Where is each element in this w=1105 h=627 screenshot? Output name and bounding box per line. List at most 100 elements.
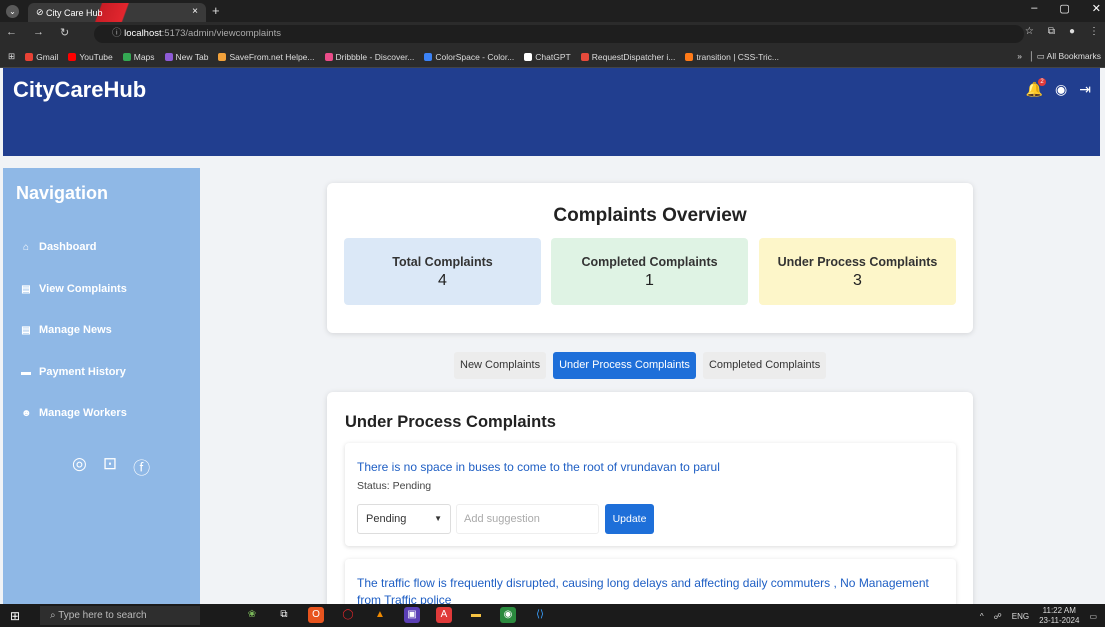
notification-bell-icon[interactable]: 🔔 2 xyxy=(1026,78,1047,98)
complaint-item: There is no space in buses to come to th… xyxy=(345,443,956,546)
bookmark-item[interactable]: ColorSpace - Color... xyxy=(424,52,514,62)
chrome-icon[interactable]: ◉ xyxy=(500,607,516,623)
all-bookmarks-link[interactable]: All Bookmarks xyxy=(1047,51,1101,61)
complaint-title[interactable]: There is no space in buses to come to th… xyxy=(357,459,937,476)
profile-avatar[interactable]: ● xyxy=(1069,26,1075,37)
url-host: localhost xyxy=(124,28,162,39)
stat-total-complaints: Total Complaints 4 xyxy=(344,238,541,305)
search-icon: ⌕ xyxy=(50,610,59,621)
list-icon: ▤ xyxy=(21,283,31,295)
facebook-icon[interactable]: ⓕ xyxy=(133,454,150,479)
bookmarks-overflow-button[interactable]: » xyxy=(1017,51,1022,61)
browser-tab-strip: ⌄ ⊘ City Care Hub × + – ▢ ✕ xyxy=(0,0,1105,22)
office-icon[interactable]: O xyxy=(308,607,324,623)
apps-grid-icon[interactable]: ⊞ xyxy=(8,51,15,62)
overview-title: Complaints Overview xyxy=(553,205,747,226)
github-icon[interactable]: ◎ xyxy=(72,454,87,479)
file-explorer-icon[interactable]: ▬ xyxy=(468,607,484,623)
notification-badge: 2 xyxy=(1038,78,1047,86)
maps-icon xyxy=(122,52,131,61)
tab-search-button[interactable]: ⌄ xyxy=(6,5,19,18)
home-icon: ⌂ xyxy=(22,241,30,253)
stat-label: Under Process Complaints xyxy=(777,255,938,269)
clock[interactable]: 11:22 AM 23-11-2024 xyxy=(1039,606,1079,626)
user-profile-icon[interactable]: ◉ xyxy=(1055,81,1067,98)
tab-favicon-icon: ⊘ xyxy=(36,7,47,17)
bookmark-star-icon[interactable]: ☆ xyxy=(1025,26,1034,37)
payment-icon: ▬ xyxy=(21,366,31,378)
network-icon[interactable]: ☍ xyxy=(994,612,1002,621)
bookmark-item[interactable]: YouTube xyxy=(68,52,113,62)
windows-start-icon[interactable]: ⊞ xyxy=(10,609,20,623)
maximize-icon[interactable]: ▢ xyxy=(1059,2,1069,15)
tab-title: City Care Hub xyxy=(46,7,103,18)
sidebar-item-view-complaints[interactable]: ▤ View Complaints xyxy=(21,283,127,295)
chevron-down-icon: ▼ xyxy=(434,514,442,523)
notifications-icon[interactable]: ▭ xyxy=(1089,612,1097,621)
sidebar-title: Navigation xyxy=(16,183,109,203)
sidebar-item-manage-workers[interactable]: ☻ Manage Workers xyxy=(21,407,127,419)
complaint-tabs: New Complaints Under Process Complaints … xyxy=(454,352,827,379)
dribbble-icon xyxy=(324,52,333,61)
gmail-icon xyxy=(25,52,34,61)
url-field[interactable]: ⓘ localhost:5173/admin/viewcomplaints xyxy=(94,25,1024,43)
bookmark-item[interactable]: Maps xyxy=(122,52,155,62)
bookmark-item[interactable]: New Tab xyxy=(164,52,208,62)
app-header xyxy=(3,68,1100,156)
complaint-status: Status: Pending xyxy=(357,480,432,492)
new-tab-button[interactable]: + xyxy=(212,3,220,18)
instagram-icon[interactable]: ⊡ xyxy=(103,454,117,479)
savefrom-icon xyxy=(218,52,227,61)
extensions-icon[interactable]: ⧉ xyxy=(1048,26,1055,37)
tab-close-icon[interactable]: × xyxy=(192,6,198,17)
window-close-icon[interactable]: ✕ xyxy=(1092,2,1101,15)
bookmark-item[interactable]: RequestDispatcher i... xyxy=(580,52,675,62)
bookmark-item[interactable]: Gmail xyxy=(25,52,58,62)
tab-completed-complaints[interactable]: Completed Complaints xyxy=(702,352,827,379)
suggestion-input[interactable]: Add suggestion xyxy=(456,504,599,534)
bookmark-item[interactable]: ChatGPT xyxy=(524,52,571,62)
tab-new-complaints[interactable]: New Complaints xyxy=(454,352,547,379)
youtube-icon xyxy=(68,52,77,61)
plant-app-icon[interactable]: ❀ xyxy=(244,607,260,623)
acrobat-icon[interactable]: A xyxy=(436,607,452,623)
chatgpt-icon xyxy=(524,52,533,61)
logout-icon[interactable]: ⇥ xyxy=(1079,81,1091,98)
app-icon[interactable]: ▣ xyxy=(404,607,420,623)
sidebar-item-manage-news[interactable]: ▤ Manage News xyxy=(21,324,111,336)
address-bar-row: ← → ↻ ⓘ localhost:5173/admin/viewcomplai… xyxy=(0,22,1105,46)
site-info-icon[interactable]: ⓘ xyxy=(112,28,124,39)
tray-chevron-icon[interactable]: ^ xyxy=(980,612,984,621)
vscode-icon[interactable]: ⟨⟩ xyxy=(532,607,548,623)
bookmark-item[interactable]: transition | CSS-Tric... xyxy=(685,52,779,62)
vlc-icon[interactable]: ▲ xyxy=(372,607,388,623)
opera-icon[interactable]: ◯ xyxy=(340,607,356,623)
task-view-icon[interactable]: ⧉ xyxy=(276,607,292,623)
reload-icon[interactable]: ↻ xyxy=(60,26,69,39)
menu-kebab-icon[interactable]: ⋮ xyxy=(1089,26,1099,37)
status-select[interactable]: Pending ▼ xyxy=(357,504,451,534)
newtab-icon xyxy=(164,52,173,61)
stat-label: Completed Complaints xyxy=(581,255,718,269)
bookmarks-right: » │ ▭ All Bookmarks xyxy=(1011,51,1101,62)
browser-tab[interactable]: ⊘ City Care Hub × xyxy=(28,3,206,22)
forward-icon[interactable]: → xyxy=(33,26,44,39)
bookmark-item[interactable]: Dribbble - Discover... xyxy=(324,52,414,62)
tab-under-process-complaints[interactable]: Under Process Complaints xyxy=(553,352,696,379)
minimize-icon[interactable]: – xyxy=(1031,2,1037,15)
java-icon xyxy=(580,52,589,61)
update-button[interactable]: Update xyxy=(605,504,654,534)
sidebar-item-dashboard[interactable]: ⌂ Dashboard xyxy=(21,241,97,253)
stat-completed-complaints: Completed Complaints 1 xyxy=(551,238,748,305)
complaints-list-card: Under Process Complaints There is no spa… xyxy=(327,392,973,617)
stat-under-process-complaints: Under Process Complaints 3 xyxy=(759,238,956,305)
brand-logo[interactable]: CityCareHub xyxy=(13,77,146,103)
bookmark-item[interactable]: SaveFrom.net Helpe... xyxy=(218,52,315,62)
sidebar-item-payment-history[interactable]: ▬ Payment History xyxy=(21,366,126,378)
taskbar-search[interactable]: ⌕ Type here to search xyxy=(40,606,200,625)
back-icon[interactable]: ← xyxy=(6,26,17,39)
sidebar: Navigation ⌂ Dashboard ▤ View Complaints ▤… xyxy=(3,168,200,604)
language-indicator[interactable]: ENG xyxy=(1012,612,1029,621)
complaints-overview-card: Complaints Overview Total Complaints 4 C… xyxy=(327,183,973,333)
stat-value: 4 xyxy=(438,272,447,289)
